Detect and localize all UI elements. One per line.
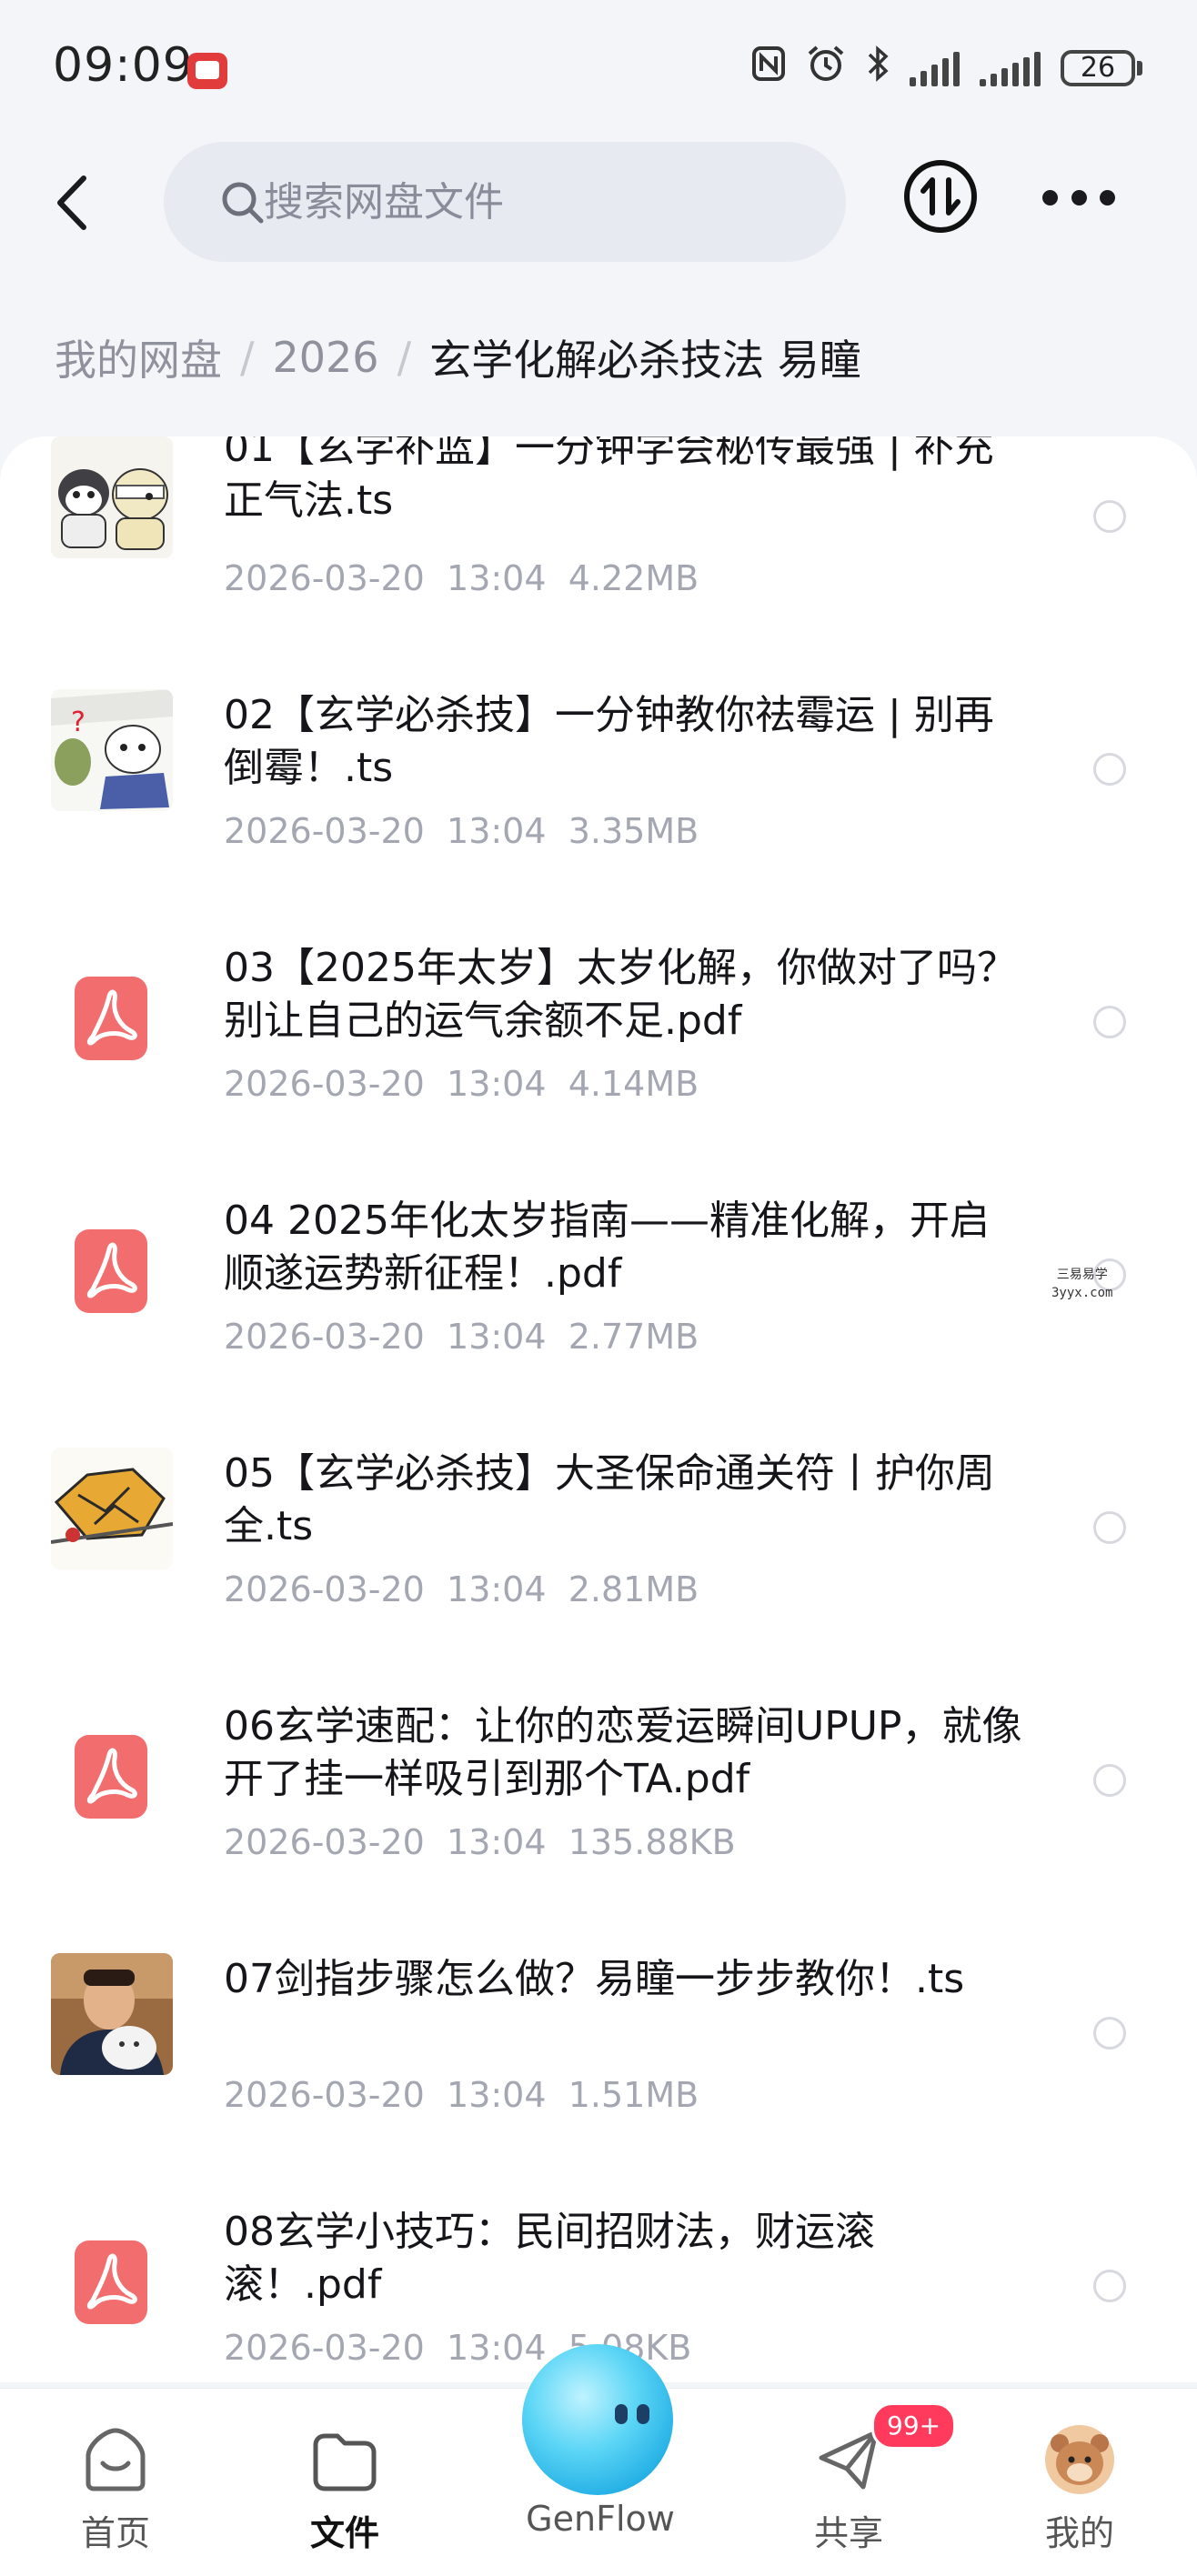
file-meta: 2026-03-20 13:04 2.81MB [224, 1569, 699, 1609]
battery-icon: 26 [1061, 50, 1142, 86]
file-meta: 2026-03-20 13:04 4.14MB [224, 1064, 699, 1104]
alarm-icon [806, 45, 846, 92]
file-meta: 2026-03-20 13:04 2.77MB [224, 1317, 699, 1357]
file-meta: 2026-03-20 13:04 135.88KB [224, 1822, 736, 1862]
genflow-eye-icon [615, 2404, 628, 2424]
file-name: 03【2025年太岁】太岁化解，你做对了吗？ 别让自己的运气余额不足.pdf [224, 945, 1017, 1044]
file-row[interactable]: 01【玄学补蓝】一分钟学会秘传最强 | 补充正气法.ts 2026-03-20 … [0, 436, 1197, 689]
header [0, 136, 1197, 273]
tab-files-label: 文件 [309, 2513, 379, 2553]
watermark: 三易易学 3yyx.com [1051, 1268, 1113, 1300]
video-thumbnail: ? [51, 689, 173, 811]
home-icon [86, 2428, 146, 2491]
file-meta: 2026-03-20 13:04 3.35MB [224, 811, 699, 851]
pdf-icon [75, 1735, 147, 1819]
genflow-button[interactable] [522, 2344, 673, 2495]
file-name: 07剑指步骤怎么做？易瞳一步步教你！.ts [224, 1956, 965, 2002]
chevron-left-icon [57, 175, 86, 230]
nfc-icon [751, 45, 786, 91]
folder-icon [313, 2433, 377, 2491]
file-name: 01【玄学补蓝】一分钟学会秘传最强 | 补充正气法.ts [224, 436, 994, 524]
pdf-icon [75, 977, 147, 1060]
breadcrumb-separator: / [397, 333, 412, 382]
video-thumbnail [51, 436, 173, 558]
tab-home-label: 首页 [80, 2513, 150, 2553]
file-name: 06玄学速配：让你的恋爱运瞬间UPUP，就像开了挂一样吸引到那个TA.pdf [224, 1703, 1022, 1802]
tab-mine-label: 我的 [1044, 2513, 1114, 2553]
search-icon [222, 182, 264, 224]
tab-mine[interactable]: 我的 [1011, 2423, 1148, 2555]
transfer-icon [904, 160, 977, 233]
breadcrumb-root[interactable]: 我的网盘 [55, 327, 222, 387]
more-button[interactable] [1042, 184, 1115, 211]
file-meta: 2026-03-20 13:04 4.22MB [224, 558, 699, 598]
video-thumbnail [51, 1448, 173, 1569]
battery-level: 26 [1061, 50, 1135, 86]
file-name: 02【玄学必杀技】一分钟教你祛霉运 | 别再倒霉！.ts [224, 692, 994, 791]
breadcrumb-current: 玄学化解必杀技法 易瞳 [429, 336, 861, 385]
file-meta: 2026-03-20 13:04 1.51MB [224, 2075, 699, 2115]
status-bar: 09:09 26 [0, 0, 1197, 136]
more-dot-icon [1042, 189, 1058, 205]
file-row[interactable]: ? 02【玄学必杀技】一分钟教你祛霉运 | 别再倒霉！.ts 2026-03-2… [0, 689, 1197, 942]
file-name: 04 2025年化太岁指南——精准化解，开启顺遂运势新征程！.pdf [224, 1198, 990, 1297]
select-radio[interactable] [1093, 2270, 1126, 2302]
select-radio[interactable] [1093, 753, 1126, 786]
search-bar[interactable] [164, 142, 846, 262]
status-icons: 26 [751, 44, 1142, 93]
select-radio[interactable] [1093, 1511, 1126, 1544]
file-row[interactable]: 05【玄学必杀技】大圣保命通关符丨护你周全.ts 2026-03-20 13:0… [0, 1448, 1197, 1700]
select-radio[interactable] [1093, 1006, 1126, 1038]
back-button[interactable] [47, 171, 102, 235]
bluetooth-icon [866, 44, 890, 93]
transfer-button[interactable] [902, 158, 979, 235]
signal-2-icon [980, 50, 1041, 86]
select-radio[interactable] [1093, 500, 1126, 533]
breadcrumb-year[interactable]: 2026 [273, 333, 379, 382]
file-row[interactable]: 06玄学速配：让你的恋爱运瞬间UPUP，就像开了挂一样吸引到那个TA.pdf 2… [0, 1700, 1197, 1953]
file-row[interactable]: 07剑指步骤怎么做？易瞳一步步教你！.ts 2026-03-20 13:04 1… [0, 1953, 1197, 2206]
file-row[interactable]: 03【2025年太岁】太岁化解，你做对了吗？ 别让自己的运气余额不足.pdf 2… [0, 942, 1197, 1195]
file-row[interactable]: 04 2025年化太岁指南——精准化解，开启顺遂运势新征程！.pdf 2026-… [0, 1195, 1197, 1448]
pdf-icon [75, 2240, 147, 2324]
file-name: 08玄学小技巧：民间招财法，财运滚滚！.pdf [224, 2209, 875, 2308]
select-radio[interactable] [1093, 2017, 1126, 2050]
file-name: 05【玄学必杀技】大圣保命通关符丨护你周全.ts [224, 1450, 995, 1549]
tab-share-label: 共享 [813, 2513, 883, 2553]
breadcrumb: 我的网盘 / 2026 / 玄学化解必杀技法 易瞳 [55, 327, 861, 387]
file-list[interactable]: 01【玄学补蓝】一分钟学会秘传最强 | 补充正气法.ts 2026-03-20 … [0, 436, 1197, 2382]
screen-record-icon [187, 53, 227, 89]
search-input[interactable] [264, 142, 810, 262]
signal-icon [910, 50, 960, 86]
tab-files[interactable]: 文件 [277, 2423, 413, 2555]
avatar [1045, 2425, 1114, 2494]
breadcrumb-separator: / [240, 333, 255, 382]
tab-home[interactable]: 首页 [47, 2423, 184, 2555]
status-time: 09:09 [53, 38, 194, 93]
pdf-icon [75, 1229, 147, 1313]
select-radio[interactable] [1093, 1764, 1126, 1797]
video-thumbnail [51, 1953, 173, 2075]
tab-genflow-label: GenFlow [526, 2499, 675, 2539]
notification-badge: 99+ [871, 2402, 957, 2450]
svg-text:?: ? [71, 707, 86, 738]
